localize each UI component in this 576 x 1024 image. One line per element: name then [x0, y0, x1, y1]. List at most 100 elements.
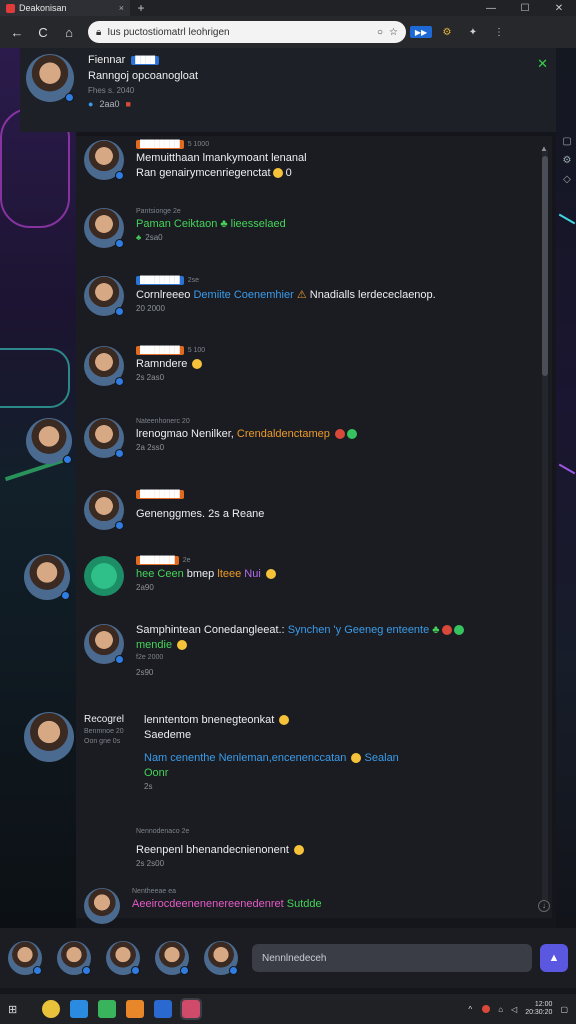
chat-message: ███████ 2e hee Ceen bmep lteee Nui 2a90 [84, 556, 276, 596]
bookmark-icon[interactable]: ☆ [389, 27, 398, 38]
browser-tab[interactable]: Deakonisan × [0, 0, 130, 16]
message-input[interactable]: Nennlnedeceh [252, 944, 532, 972]
chrome-app-icon[interactable] [42, 1000, 60, 1018]
message-text: Ramndere [136, 358, 205, 370]
message-text-span: mendie [136, 639, 173, 651]
extension-badge-icon[interactable]: ▶▶ [410, 26, 432, 38]
address-bar[interactable]: 🔒︎ Ius puctostiomatrl leohrigen ○ ☆ [88, 21, 406, 43]
message-meta: ████████ 2se [136, 276, 436, 285]
user-avatar[interactable] [84, 346, 124, 386]
folder-app-icon[interactable] [126, 1000, 144, 1018]
message-meta: f2e 2000 [136, 654, 164, 661]
message-meta: Nateenhonerc 20 [136, 418, 190, 425]
user-avatar[interactable] [84, 556, 124, 596]
browser-menu-icon[interactable]: ⋮ [488, 23, 510, 41]
message-text-span: Sealan [364, 752, 399, 764]
clock[interactable]: 12:00 20:30:20 [525, 1001, 552, 1017]
smile-emoji-icon [279, 715, 290, 726]
user-avatar[interactable] [24, 712, 74, 762]
user-avatar[interactable] [84, 140, 124, 180]
role-badge: ████████ [136, 490, 184, 499]
message-submeta: Oon gne 0s [84, 738, 121, 745]
chat-scrollbar[interactable] [542, 150, 548, 900]
reaction-row: 2a 2ss0 [136, 443, 165, 452]
scroll-down-icon[interactable]: ↓ [538, 900, 550, 912]
header-info: Fiennar ████ Ranngoj opcoanogloat Fhes s… [88, 54, 198, 126]
user-avatar[interactable] [24, 554, 70, 600]
volume-icon[interactable]: ◁ [511, 1005, 517, 1014]
tray-app-icon[interactable] [482, 1005, 491, 1013]
smile-emoji-icon [272, 168, 283, 179]
message-text-span: Crendaldenctamep [236, 428, 330, 440]
message-meta: Nentheeae ea [132, 888, 176, 895]
back-button[interactable]: ← [6, 21, 28, 43]
message-text: Samphintean Conedangleeat.: Synchen 'y G… [136, 624, 464, 636]
message-text: lrenogmao Nenilker, Crendaldenctamep [136, 428, 357, 440]
scrollbar-thumb[interactable] [542, 156, 548, 376]
close-icon[interactable]: ✕ [537, 56, 548, 72]
message-meta: ████████ [136, 490, 264, 499]
message-body: ███████ 2e hee Ceen bmep lteee Nui 2a90 [136, 556, 276, 596]
user-avatar[interactable] [84, 418, 124, 458]
chat-message: Nentheeae ea Aeeirocdeenenenereenedenret… [84, 888, 322, 924]
maximize-button[interactable]: ☐ [508, 3, 542, 14]
user-avatar[interactable] [26, 418, 72, 464]
send-button[interactable]: ▲ [540, 944, 568, 972]
user-avatar[interactable] [84, 208, 124, 248]
search-icon[interactable]: ○ [377, 27, 383, 38]
message-text-span: Nam cenenthe Nenleman,encenenccatan [144, 752, 347, 764]
chat-app-icon[interactable] [180, 998, 202, 1020]
friend-avatar[interactable] [204, 941, 238, 975]
viewer-count: 2aa0 [99, 99, 120, 109]
reload-button[interactable]: C [32, 21, 54, 43]
message-text-span: bmep [186, 568, 215, 580]
user-avatar[interactable] [84, 624, 124, 664]
message-meta: Pantsionge 2e [136, 208, 181, 215]
friend-avatar[interactable] [57, 941, 91, 975]
role-badge: ████████ [136, 140, 184, 149]
network-icon[interactable]: ⌂ [498, 1005, 503, 1014]
minimize-button[interactable]: — [474, 3, 508, 14]
viewers-icon: ● [88, 99, 94, 109]
message-meta: ████████ 5 100 [136, 346, 205, 355]
channel-name: Fiennar [88, 54, 126, 66]
pin-icon[interactable]: ◇ [558, 174, 576, 185]
reaction-count: 0 [285, 167, 292, 179]
message-time: 2se [187, 277, 199, 284]
user-avatar[interactable] [84, 490, 124, 530]
smile-emoji-icon [177, 640, 188, 651]
friend-avatar[interactable] [155, 941, 189, 975]
friend-avatar[interactable] [106, 941, 140, 975]
home-button[interactable]: ⌂ [58, 21, 80, 43]
excel-app-icon[interactable] [98, 1000, 116, 1018]
tab-close-icon[interactable]: × [119, 3, 124, 13]
extension-gear-icon[interactable]: ⚙ [436, 23, 458, 41]
close-window-button[interactable]: ✕ [542, 3, 576, 14]
tray-expand-icon[interactable]: ^ [468, 1005, 472, 1014]
chat-bubble-icon[interactable]: ▢ [558, 136, 576, 147]
side-tools: ▢ ⚙ ◇ [558, 136, 576, 185]
header-avatar[interactable] [26, 54, 74, 102]
header-name-row: Fiennar ████ [88, 54, 198, 66]
start-icon[interactable]: ⊞ [8, 1003, 24, 1016]
settings-icon[interactable]: ⚙ [558, 155, 576, 166]
new-tab-button[interactable]: + [130, 1, 152, 15]
user-avatar[interactable] [84, 276, 124, 316]
user-avatar[interactable] [84, 888, 120, 924]
message-text: Ran genairymcenriegenctat 0 [136, 167, 307, 179]
chat-message: ████████ Genenggmes. 2s a Reane [84, 490, 264, 530]
reaction-row: ♣ 2sa0 [136, 233, 286, 242]
edge-app-icon[interactable] [70, 1000, 88, 1018]
scroll-up-icon[interactable]: ▲ [540, 144, 548, 153]
reaction-row: 2s [144, 782, 153, 791]
extension-star-icon[interactable]: ✦ [462, 23, 484, 41]
message-body: Nateenhonerc 20 lrenogmao Nenilker, Cren… [136, 418, 357, 458]
notifications-icon[interactable]: ▢ [560, 1005, 568, 1014]
chat-header: Fiennar ████ Ranngoj opcoanogloat Fhes s… [20, 48, 556, 132]
message-text: Aeeirocdeenenenereenedenret Sutdde [132, 898, 322, 910]
reaction-count: 2sa0 [145, 233, 163, 242]
reaction-row: 2s 2s00 [136, 859, 165, 868]
store-app-icon[interactable] [154, 1000, 172, 1018]
channel-meta: Fhes s. 2040 [88, 86, 135, 95]
friend-avatar[interactable] [8, 941, 42, 975]
